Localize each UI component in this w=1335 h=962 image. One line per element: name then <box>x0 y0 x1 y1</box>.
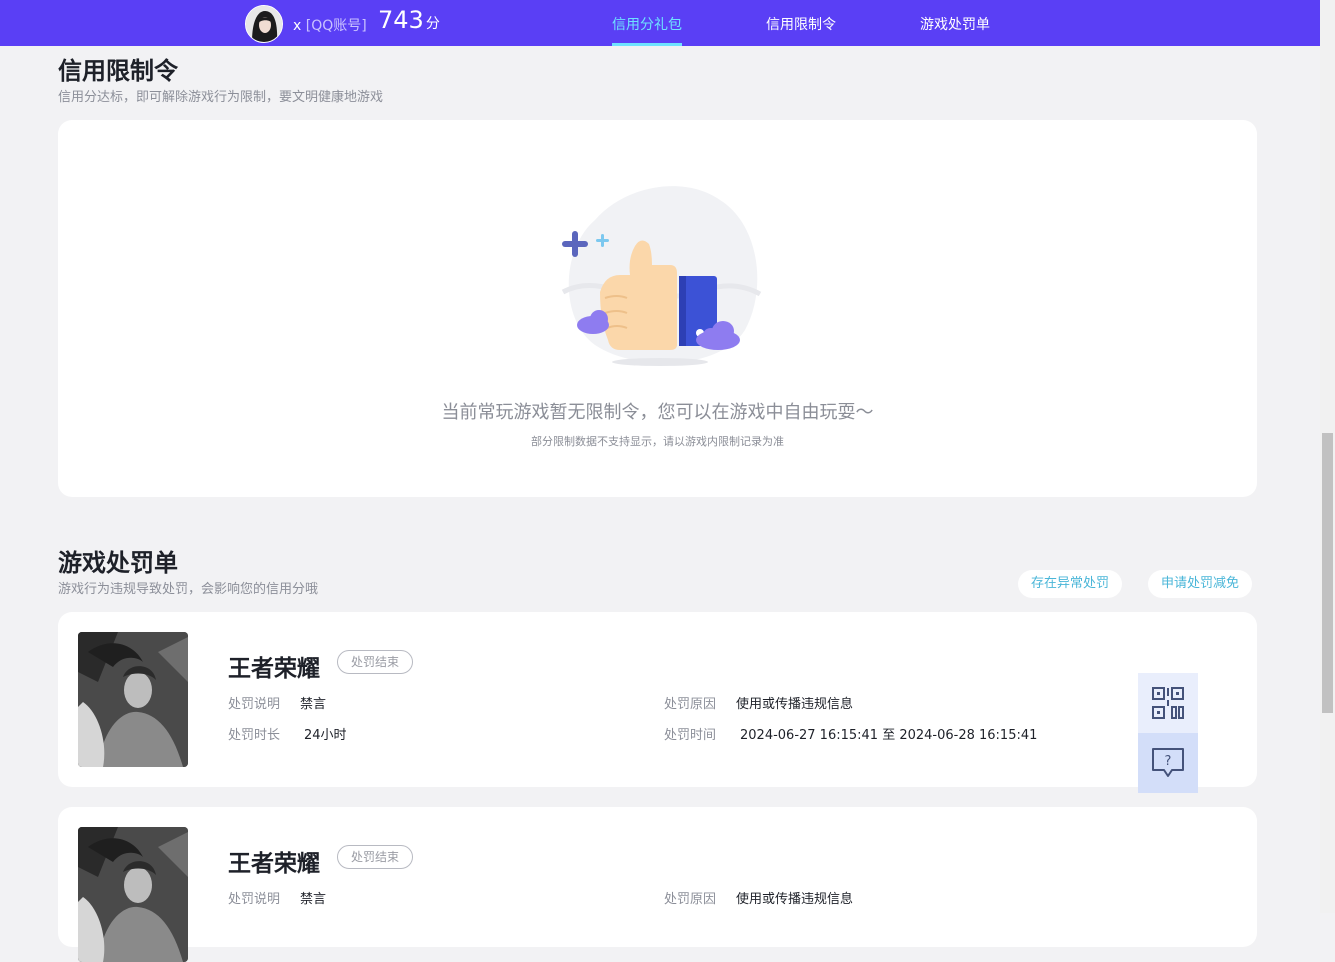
time-label: 处罚时间 <box>664 728 717 743</box>
credit-score: 743 分 <box>378 6 440 34</box>
score-value: 743 <box>378 6 424 34</box>
restriction-title: 信用限制令 <box>58 57 178 85</box>
avatar[interactable] <box>245 5 283 43</box>
qr-code-button[interactable] <box>1138 673 1198 733</box>
description-label: 处罚说明 <box>228 892 281 907</box>
restriction-card: 当前常玩游戏暂无限制令，您可以在游戏中自由玩耍～ 部分限制数据不支持显示，请以游… <box>58 120 1257 497</box>
reason-value: 使用或传播违规信息 <box>736 892 854 907</box>
penalty-title: 游戏处罚单 <box>58 549 178 577</box>
floating-panel: ? <box>1138 673 1198 793</box>
help-chat-icon: ? <box>1152 748 1184 777</box>
penalty-card: 王者荣耀 处罚结束 处罚说明 禁言 处罚原因 使用或传播违规信息 处罚时长 24… <box>58 612 1257 787</box>
account-type: [QQ账号] <box>305 18 367 34</box>
tab-credit-gift[interactable]: 信用分礼包 <box>612 14 682 34</box>
duration-value: 24小时 <box>304 728 347 743</box>
user-name: x [QQ账号] <box>293 18 367 34</box>
game-thumbnail <box>78 827 188 962</box>
help-button[interactable]: ? <box>1138 733 1198 793</box>
description-value: 禁言 <box>300 892 327 907</box>
empty-note: 部分限制数据不支持显示，请以游戏内限制记录为准 <box>531 435 784 448</box>
empty-message: 当前常玩游戏暂无限制令，您可以在游戏中自由玩耍～ <box>441 402 874 423</box>
svg-text:?: ? <box>1165 754 1172 769</box>
game-thumbnail <box>78 632 188 767</box>
penalty-subtitle: 游戏行为违规导致处罚，会影响您的信用分哦 <box>58 582 319 597</box>
reason-label: 处罚原因 <box>664 892 717 907</box>
tab-credit-restriction[interactable]: 信用限制令 <box>766 14 836 34</box>
time-value: 2024-06-27 16:15:41 至 2024-06-28 16:15:4… <box>740 728 1038 743</box>
active-tab-indicator <box>612 43 682 46</box>
reason-label: 处罚原因 <box>664 697 717 712</box>
description-label: 处罚说明 <box>228 697 281 712</box>
penalty-card: 王者荣耀 处罚结束 处罚说明 禁言 处罚原因 使用或传播违规信息 <box>58 807 1257 962</box>
qr-code-icon <box>1152 687 1184 719</box>
status-badge: 处罚结束 <box>337 650 414 674</box>
game-name: 王者荣耀 <box>228 656 320 682</box>
top-bar: x [QQ账号] 743 分 信用分礼包 信用限制令 游戏处罚单 <box>0 0 1320 46</box>
description-value: 禁言 <box>300 697 327 712</box>
reason-value: 使用或传播违规信息 <box>736 697 854 712</box>
appeal-penalty-button[interactable]: 申请处罚减免 <box>1148 570 1253 598</box>
duration-label: 处罚时长 <box>228 728 281 743</box>
thumbs-up-illustration <box>561 186 762 366</box>
score-unit: 分 <box>425 16 440 32</box>
restriction-subtitle: 信用分达标，即可解除游戏行为限制，要文明健康地游戏 <box>58 90 384 105</box>
game-name: 王者荣耀 <box>228 851 320 877</box>
tab-game-penalty[interactable]: 游戏处罚单 <box>920 14 990 34</box>
abnormal-penalty-button[interactable]: 存在异常处罚 <box>1018 570 1123 598</box>
status-badge: 处罚结束 <box>337 845 414 869</box>
scrollbar-thumb[interactable] <box>1322 433 1333 713</box>
